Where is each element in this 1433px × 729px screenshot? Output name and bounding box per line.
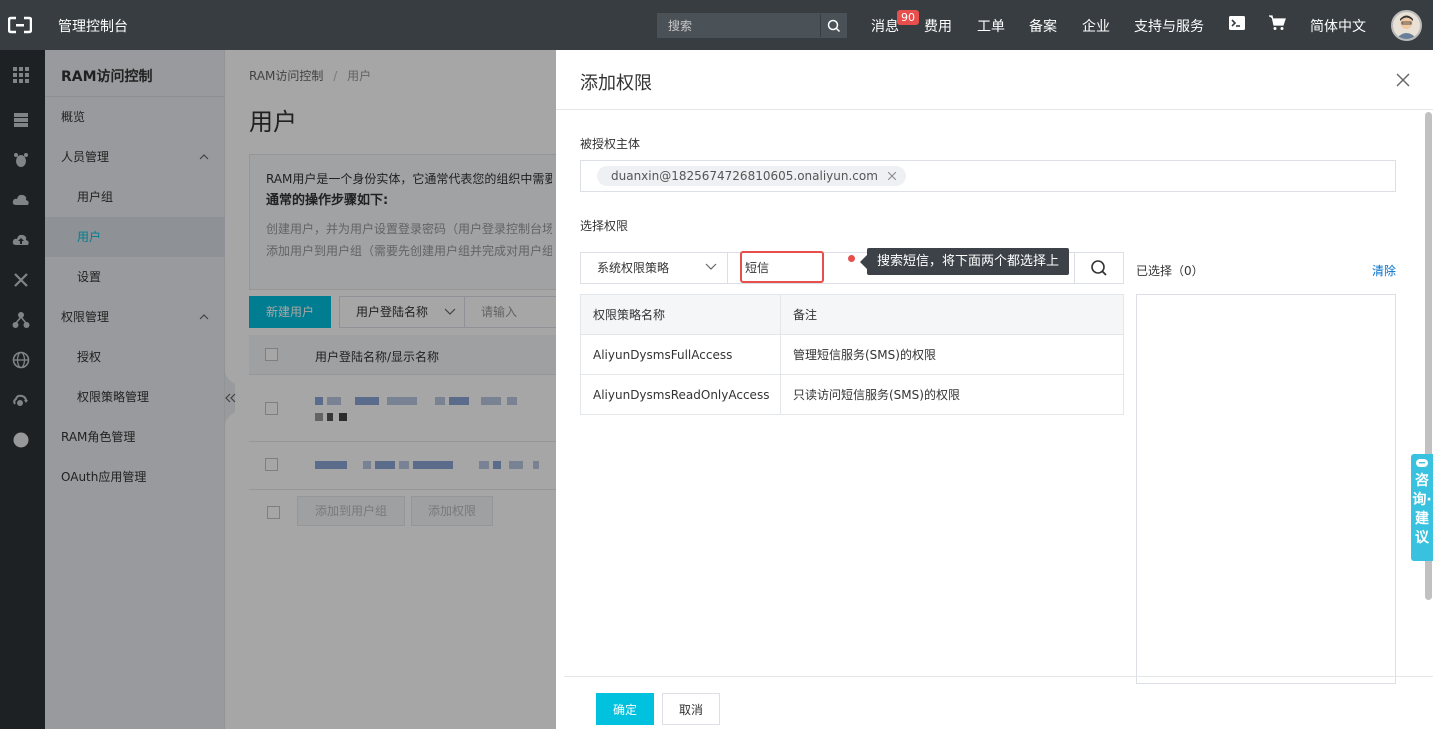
drawer-title: 添加权限 — [580, 73, 652, 94]
principal-tag-text: duanxin@1825674726810605.onaliyun.com — [611, 169, 878, 183]
chat-bubble-icon — [1416, 459, 1428, 467]
user-avatar[interactable] — [1391, 10, 1422, 41]
select-permissions-label: 选择权限 — [580, 219, 629, 233]
nav-messages[interactable]: 消息 — [871, 16, 899, 36]
cart-icon[interactable] — [1269, 15, 1286, 35]
policy-name-cell[interactable]: AliyunDysmsFullAccess — [580, 334, 781, 375]
policy-search-input[interactable] — [740, 251, 824, 283]
cancel-button[interactable]: 取消 — [662, 693, 720, 725]
nav-billing[interactable]: 费用 — [924, 16, 952, 36]
aliyun-logo-icon[interactable] — [8, 15, 32, 35]
nav-tickets[interactable]: 工单 — [977, 16, 1005, 36]
top-search — [657, 13, 847, 38]
drawer-divider — [556, 109, 1433, 110]
principal-label: 被授权主体 — [580, 137, 641, 151]
footer-divider — [564, 676, 1433, 677]
selected-count-label: 已选择（0） — [1136, 264, 1204, 278]
policy-name-cell[interactable]: AliyunDysmsReadOnlyAccess — [580, 374, 781, 415]
drawer-scrollbar[interactable] — [1424, 112, 1433, 676]
policy-type-select[interactable]: 系统权限策略 — [580, 252, 728, 284]
policy-remark-cell: 只读访问短信服务(SMS)的权限 — [780, 374, 1124, 415]
consult-feedback-label: 咨询·建议 — [1412, 473, 1432, 546]
chevron-down-icon — [705, 263, 717, 270]
policy-table-header: 权限策略名称 备注 — [580, 294, 1124, 335]
table-row[interactable]: AliyunDysmsReadOnlyAccess 只读访问短信服务(SMS)的… — [580, 374, 1124, 415]
policy-type-value: 系统权限策略 — [597, 261, 670, 275]
nav-icp[interactable]: 备案 — [1029, 16, 1057, 36]
column-header-policy-name: 权限策略名称 — [580, 294, 781, 335]
table-row[interactable]: AliyunDysmsFullAccess 管理短信服务(SMS)的权限 — [580, 334, 1124, 375]
policy-table: 权限策略名称 备注 AliyunDysmsFullAccess 管理短信服务(S… — [580, 294, 1124, 415]
search-icon[interactable] — [1074, 253, 1123, 283]
top-bar: 管理控制台 消息 90 费用 工单 备案 企业 支持与服务 简体中文 — [0, 0, 1433, 50]
policy-remark-cell: 管理短信服务(SMS)的权限 — [780, 334, 1124, 375]
clear-selection-link[interactable]: 清除 — [1372, 262, 1396, 279]
annotation-tooltip: 搜索短信，将下面两个都选择上 — [859, 248, 1070, 275]
consult-feedback-tab[interactable]: 咨询·建议 — [1411, 454, 1433, 561]
column-header-remark: 备注 — [780, 294, 1124, 335]
nav-support[interactable]: 支持与服务 — [1134, 16, 1204, 36]
console-title[interactable]: 管理控制台 — [58, 16, 128, 36]
close-icon[interactable] — [1396, 73, 1410, 87]
nav-enterprise[interactable]: 企业 — [1082, 16, 1110, 36]
modal-overlay[interactable] — [0, 50, 556, 729]
tag-remove-icon[interactable] — [887, 172, 896, 180]
search-icon[interactable] — [820, 14, 846, 37]
language-switch[interactable]: 简体中文 — [1310, 16, 1366, 36]
top-search-input[interactable] — [658, 14, 820, 37]
selected-policies-list — [1136, 294, 1396, 684]
principal-input[interactable]: duanxin@1825674726810605.onaliyun.com — [580, 160, 1396, 192]
confirm-button[interactable]: 确定 — [596, 693, 654, 725]
terminal-icon[interactable] — [1229, 15, 1245, 35]
principal-tag: duanxin@1825674726810605.onaliyun.com — [597, 166, 906, 186]
add-permission-drawer: 添加权限 被授权主体 duanxin@1825674726810605.onal… — [556, 50, 1433, 729]
message-count-badge: 90 — [897, 10, 919, 25]
annotation-dot — [848, 255, 855, 262]
